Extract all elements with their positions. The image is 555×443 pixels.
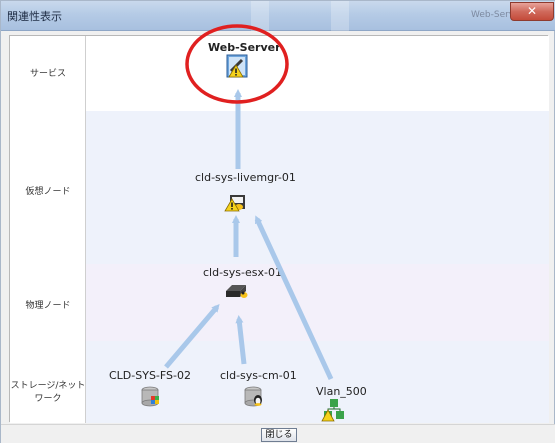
edge-vlan-to-livemgr xyxy=(254,215,334,381)
physical-node-icon[interactable] xyxy=(226,285,248,298)
service-warning-icon[interactable] xyxy=(226,54,248,78)
network-warning-icon[interactable] xyxy=(321,399,344,422)
virtual-node-warning-icon[interactable] xyxy=(224,195,245,212)
relationship-window: 関連性表示 Web-Server ✕ サービス 仮想ノード 物理ノード ストレー… xyxy=(0,0,555,443)
storage-icon[interactable] xyxy=(141,386,159,407)
close-dialog-button[interactable]: 閉じる xyxy=(261,428,297,442)
storage-linux-icon[interactable] xyxy=(244,386,262,407)
edge-cm-to-esx xyxy=(235,315,247,365)
relationship-diagram xyxy=(141,24,344,422)
edge-fs-to-esx xyxy=(164,303,220,369)
